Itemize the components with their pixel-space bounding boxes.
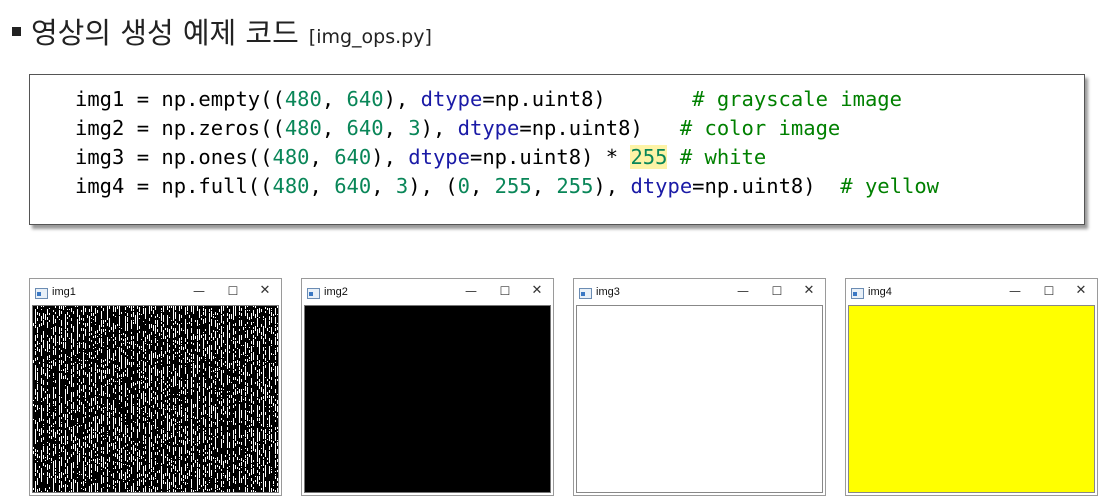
window-title: img2 [324, 286, 348, 298]
window-title: img4 [868, 286, 892, 298]
slide-heading: 영상의 생성 예제 코드 [img_ops.py] [12, 10, 432, 58]
close-button[interactable]: ✕ [1073, 283, 1089, 299]
code-token: 480 [272, 174, 310, 198]
window-title: img1 [52, 286, 76, 298]
code-token: 255 [556, 174, 594, 198]
code-token: ), ( [408, 174, 458, 198]
code-token: img1 = np.empty(( [75, 87, 285, 111]
code-token: 3 [408, 116, 421, 140]
image-canvas-black [304, 305, 551, 493]
code-token: dtype [630, 174, 693, 198]
code-line-4: img4 = np.full((480, 640, 3), (0, 255, 2… [75, 172, 939, 200]
close-button[interactable]: ✕ [257, 283, 273, 299]
code-token: # grayscale image [692, 87, 902, 111]
code-token: =np.uint8) [692, 174, 841, 198]
code-token: ), [383, 87, 421, 111]
code-token: 480 [272, 145, 310, 169]
code-token: ), [420, 116, 458, 140]
code-token: dtype [457, 116, 520, 140]
slide-file-label: [img_ops.py] [308, 26, 432, 48]
code-token: img4 = np.full(( [75, 174, 273, 198]
app-window-icon [851, 288, 864, 299]
code-token: img2 = np.zeros(( [75, 116, 285, 140]
code-token: , [531, 174, 557, 198]
code-token: # color image [679, 116, 841, 140]
code-token: , [469, 174, 495, 198]
code-token: =np.uint8) * [469, 145, 631, 169]
app-window-icon [307, 288, 320, 299]
code-token: , [321, 116, 347, 140]
code-token: 255 [630, 145, 668, 169]
maximize-button[interactable]: ☐ [225, 283, 241, 299]
app-window-icon [579, 288, 592, 299]
window-img1[interactable]: img1 — ☐ ✕ [29, 278, 282, 496]
minimize-button[interactable]: — [735, 283, 751, 299]
close-button[interactable]: ✕ [529, 283, 545, 299]
code-token: 3 [395, 174, 409, 198]
code-token: ), [593, 174, 631, 198]
code-line-1: img1 = np.empty((480, 640), dtype=np.uin… [75, 85, 902, 113]
app-window-icon [35, 288, 48, 299]
code-token: # yellow [840, 174, 940, 198]
window-img3[interactable]: img3 — ☐ ✕ [573, 278, 826, 496]
window-img4[interactable]: img4 — ☐ ✕ [845, 278, 1098, 496]
code-token: 640 [334, 174, 372, 198]
minimize-button[interactable]: — [1007, 283, 1023, 299]
code-token: 0 [457, 174, 470, 198]
window-titlebar[interactable]: img3 — ☐ ✕ [574, 279, 825, 305]
code-block: img1 = np.empty((480, 640), dtype=np.uin… [29, 74, 1085, 225]
code-token: , [321, 87, 347, 111]
close-button[interactable]: ✕ [801, 283, 817, 299]
code-token: # white [679, 145, 767, 169]
image-canvas-yellow [848, 305, 1095, 493]
window-titlebar[interactable]: img1 — ☐ ✕ [30, 279, 281, 305]
code-token: 480 [284, 116, 322, 140]
code-token: dtype [420, 87, 483, 111]
maximize-button[interactable]: ☐ [1041, 283, 1057, 299]
maximize-button[interactable]: ☐ [769, 283, 785, 299]
image-canvas-noise [32, 305, 279, 493]
code-line-3: img3 = np.ones((480, 640), dtype=np.uint… [75, 143, 766, 171]
code-token: 255 [494, 174, 532, 198]
code-token: , [309, 145, 335, 169]
window-img2[interactable]: img2 — ☐ ✕ [301, 278, 554, 496]
code-token: 640 [346, 116, 384, 140]
window-titlebar[interactable]: img2 — ☐ ✕ [302, 279, 553, 305]
code-line-2: img2 = np.zeros((480, 640, 3), dtype=np.… [75, 114, 840, 142]
code-token: ), [371, 145, 409, 169]
slide-title: 영상의 생성 예제 코드 [31, 16, 299, 50]
code-token: , [371, 174, 396, 198]
code-token: , [309, 174, 335, 198]
minimize-button[interactable]: — [191, 283, 207, 299]
bullet-icon [12, 27, 21, 36]
noise-pattern [33, 306, 278, 492]
code-token: , [383, 116, 409, 140]
code-token: 640 [334, 145, 372, 169]
maximize-button[interactable]: ☐ [497, 283, 513, 299]
code-token: dtype [408, 145, 470, 169]
code-token: =np.uint8) [482, 87, 693, 111]
image-canvas-white [576, 305, 823, 493]
code-token: img3 = np.ones(( [75, 145, 273, 169]
window-title: img3 [596, 286, 620, 298]
code-token: 640 [346, 87, 384, 111]
window-titlebar[interactable]: img4 — ☐ ✕ [846, 279, 1097, 305]
code-token: 480 [284, 87, 322, 111]
minimize-button[interactable]: — [463, 283, 479, 299]
code-token: =np.uint8) [519, 116, 680, 140]
